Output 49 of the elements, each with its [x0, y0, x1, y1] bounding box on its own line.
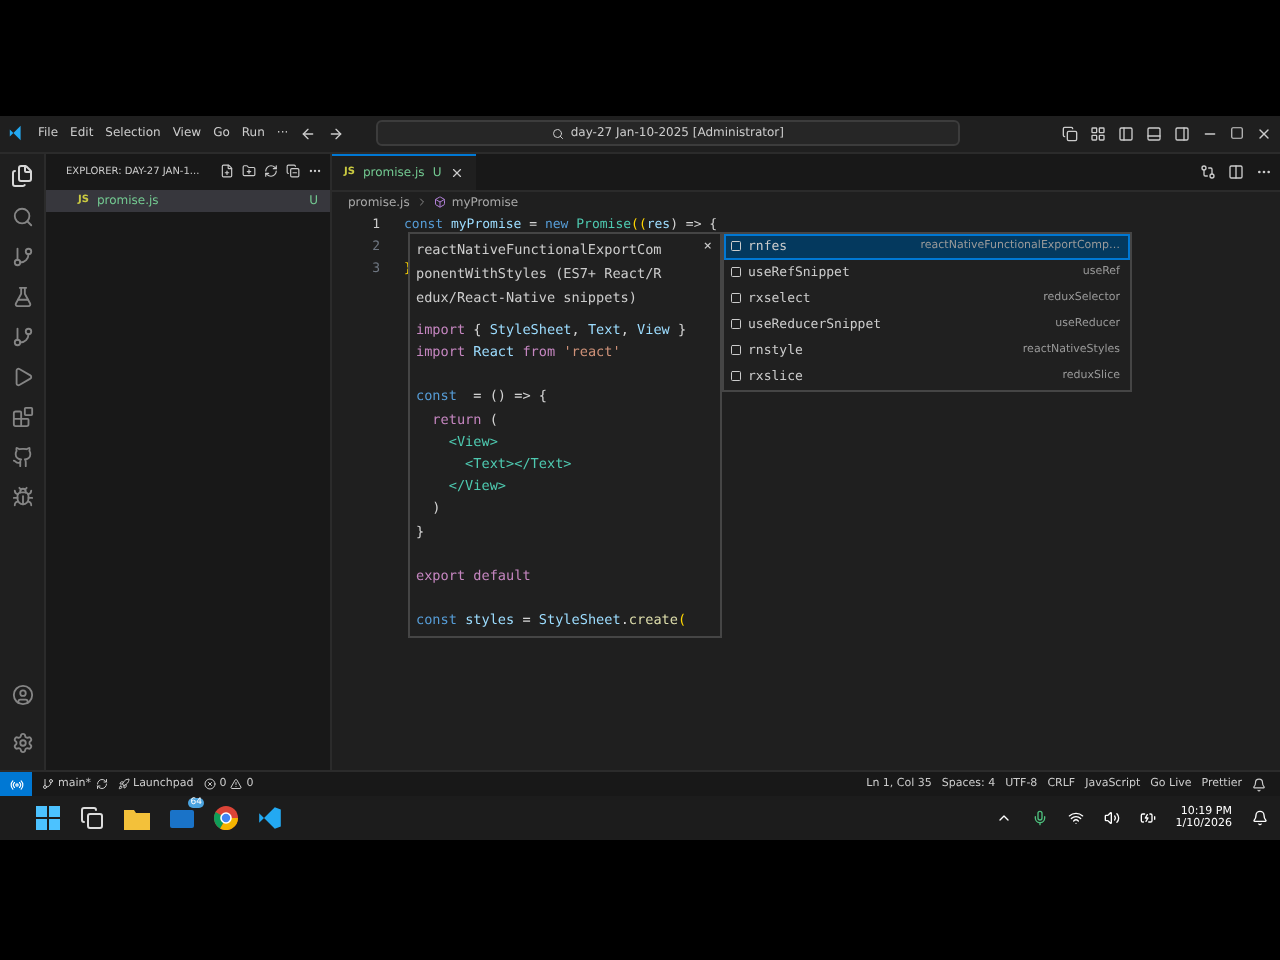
bug-icon[interactable]: [11, 485, 33, 508]
maximize-icon[interactable]: [1230, 126, 1244, 141]
close-icon[interactable]: [449, 165, 464, 180]
close-icon[interactable]: [1256, 125, 1272, 142]
code-editor-icon[interactable]: [258, 806, 282, 831]
remote-button[interactable]: [0, 772, 32, 797]
panel-toggle-icon[interactable]: [1146, 125, 1162, 142]
branch-icon: [42, 778, 54, 791]
notification-icon[interactable]: [1252, 810, 1268, 827]
new-file-icon[interactable]: [220, 164, 234, 179]
split-editor-icon[interactable]: [1228, 163, 1244, 180]
explorer-icon[interactable]: [10, 163, 34, 188]
folder-icon[interactable]: [124, 807, 150, 830]
new-folder-icon[interactable]: [242, 164, 256, 179]
source-control-icon[interactable]: [11, 245, 33, 268]
search-icon[interactable]: [11, 205, 33, 228]
remote-icon: [9, 777, 23, 792]
battery-icon[interactable]: [1139, 810, 1156, 827]
app-logo-icon: [8, 124, 26, 143]
sync-icon: [95, 778, 107, 791]
wifi-icon[interactable]: [1067, 810, 1084, 827]
account-icon[interactable]: [11, 684, 33, 707]
cube-icon: [433, 196, 446, 209]
secondary-sidebar-icon[interactable]: [1174, 125, 1190, 142]
compare-icon[interactable]: [1200, 163, 1216, 180]
start-icon[interactable]: [36, 806, 60, 831]
extensions-icon[interactable]: [11, 405, 33, 428]
mail-icon[interactable]: [170, 806, 194, 831]
volume-icon[interactable]: [1103, 810, 1120, 827]
sidebar-toggle-icon[interactable]: [1118, 125, 1134, 142]
flask-icon[interactable]: [11, 285, 33, 308]
layout-icon[interactable]: [1090, 125, 1106, 142]
notification-icon[interactable]: [1252, 777, 1266, 792]
task-view-icon[interactable]: [80, 806, 104, 831]
rocket-icon: [117, 778, 129, 791]
branch-icon[interactable]: [11, 325, 33, 348]
settings-icon[interactable]: [11, 732, 33, 755]
back-icon[interactable]: [300, 125, 317, 142]
error-icon: [203, 778, 216, 791]
search-icon: [552, 127, 565, 140]
warning-icon: [230, 778, 243, 791]
collapse-icon[interactable]: [286, 164, 300, 179]
microphone-icon[interactable]: [1031, 810, 1048, 827]
chevron-icon: [415, 196, 428, 209]
refresh-icon[interactable]: [264, 164, 278, 179]
github-icon[interactable]: [11, 445, 33, 468]
forward-icon[interactable]: [328, 125, 345, 142]
browser-icon[interactable]: [214, 806, 238, 831]
run-debug-icon[interactable]: [11, 365, 33, 388]
